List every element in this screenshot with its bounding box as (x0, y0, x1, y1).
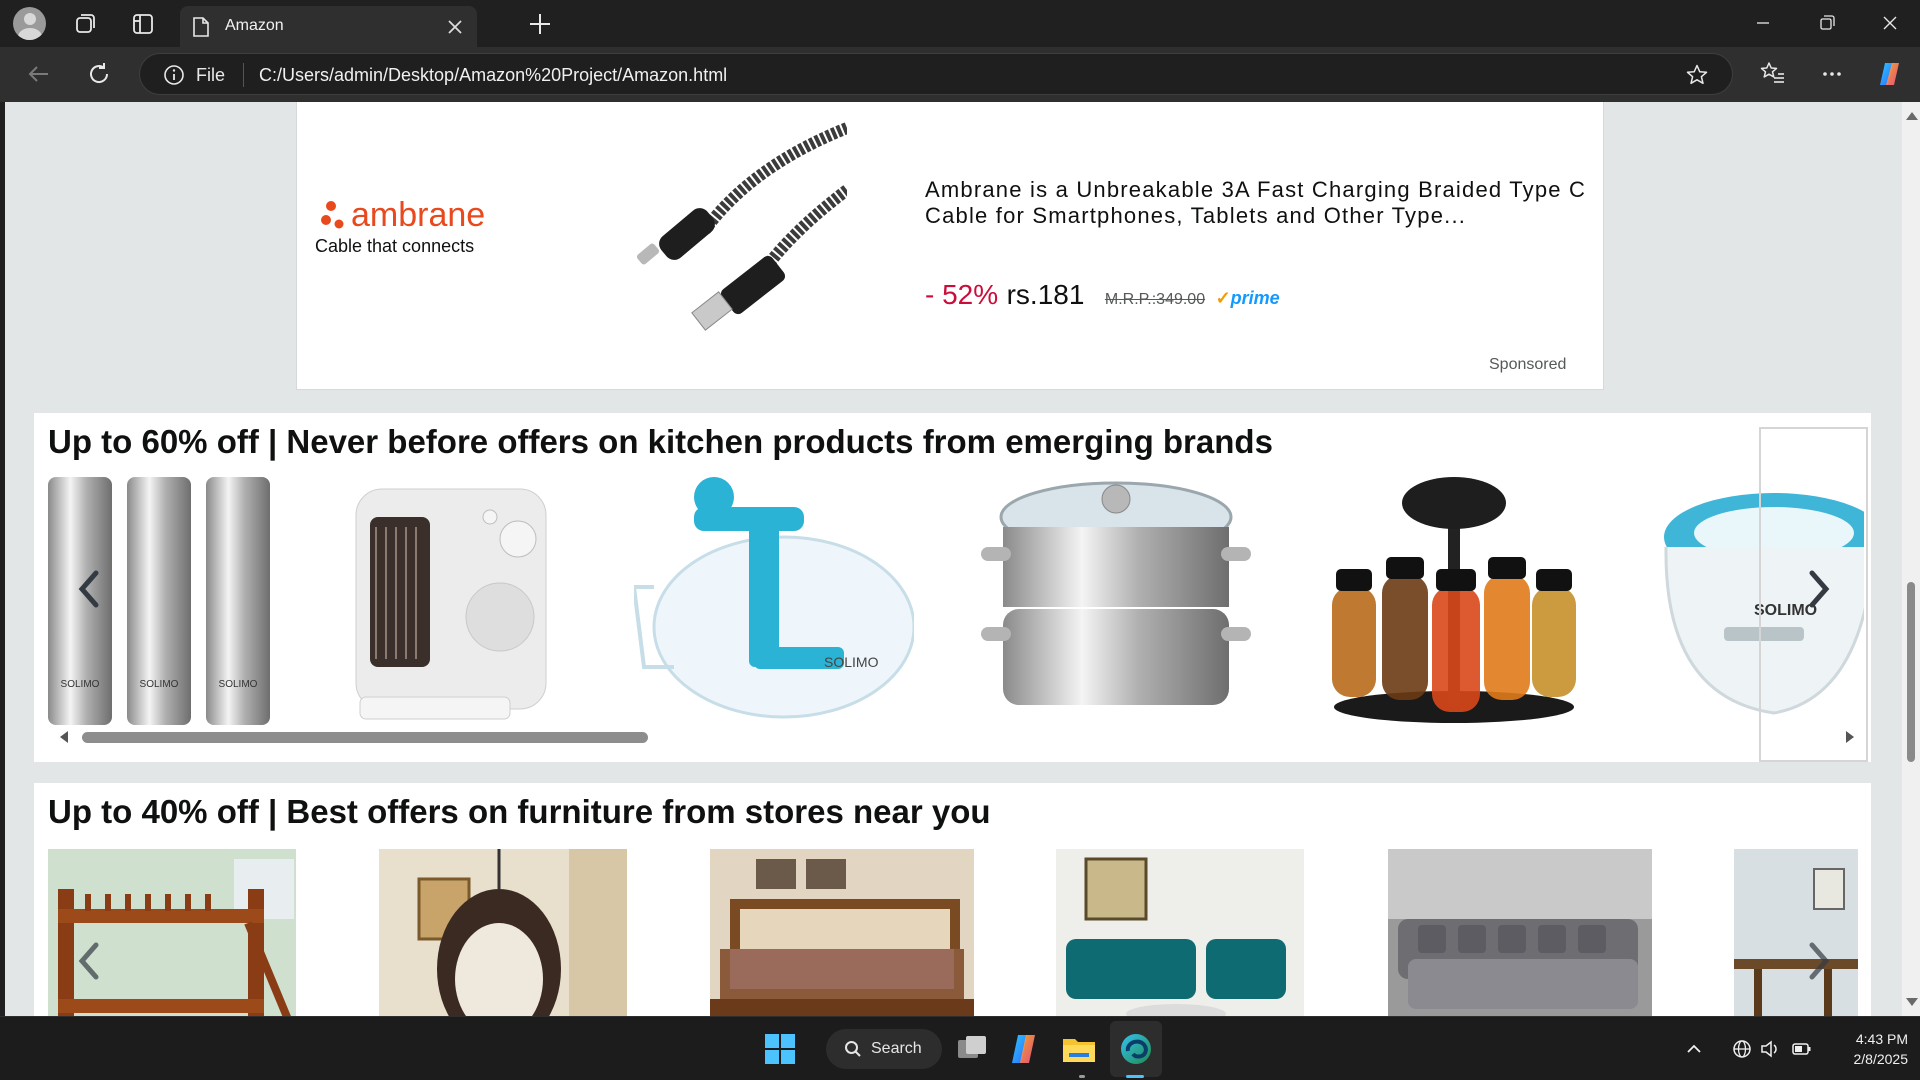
product-hanging-swing-chair[interactable] (379, 849, 627, 1016)
product-grey-sectional-sofa[interactable] (1388, 849, 1652, 1016)
task-view-icon[interactable] (954, 1031, 990, 1067)
sponsored-label: Sponsored (1489, 356, 1567, 373)
ambrane-logo: ambrane (321, 196, 485, 234)
close-icon[interactable] (443, 15, 467, 39)
workspaces-icon[interactable] (71, 10, 99, 38)
brand-tagline: Cable that connects (315, 236, 475, 256)
battery-icon[interactable] (1792, 1039, 1812, 1059)
taskbar-clock[interactable]: 4:43 PM 2/8/2025 (1824, 1029, 1909, 1069)
browser-toolbar: File C:/Users/admin/Desktop/Amazon%20Pro… (0, 47, 1920, 102)
page-scroll-thumb[interactable] (1907, 582, 1915, 762)
windows-start-icon[interactable] (762, 1031, 798, 1067)
file-explorer-icon[interactable] (1061, 1031, 1097, 1067)
carousel-next-chevron-icon[interactable] (1804, 569, 1834, 609)
svg-text:SOLIMO: SOLIMO (824, 654, 879, 670)
profile-icon[interactable] (13, 7, 46, 40)
product-teal-sofa-set[interactable] (1056, 849, 1304, 1016)
language-icon[interactable] (1732, 1039, 1752, 1059)
restore-icon[interactable] (1804, 8, 1850, 38)
ad-price: rs.181 (1006, 279, 1085, 310)
more-icon[interactable] (1818, 60, 1846, 88)
product-dining-set[interactable] (1734, 849, 1858, 1016)
ad-price-row: - 52% rs.181 M.R.P.:349.00 ✓prime (925, 279, 1280, 311)
product-bunk-bed[interactable] (48, 849, 296, 1016)
prime-check-icon: ✓ (1215, 288, 1231, 308)
address-divider (243, 63, 244, 87)
product-steamer-pot[interactable] (981, 477, 1251, 727)
kitchen-offers-card: Up to 60% off | Never before offers on k… (34, 413, 1871, 762)
sponsored-ad-card[interactable]: ambrane Cable that connects Ambrane is a… (296, 102, 1604, 390)
favorites-icon[interactable] (1759, 60, 1787, 88)
tab-title: Amazon (225, 17, 284, 34)
svg-text:SOLIMO: SOLIMO (61, 679, 100, 690)
address-scheme-label: File (196, 65, 226, 85)
scroll-up-arrow-icon[interactable] (1906, 112, 1918, 120)
clock-time: 4:43 PM (1855, 1031, 1908, 1047)
taskbar-search-button[interactable]: Search (826, 1029, 942, 1069)
new-tab-icon[interactable] (526, 10, 554, 38)
active-tab[interactable]: Amazon (180, 6, 477, 47)
edge-running-indicator (1126, 1075, 1144, 1078)
scroll-right-arrow-icon[interactable] (1846, 731, 1854, 743)
copilot-app-icon[interactable] (1006, 1031, 1042, 1067)
favorite-star-icon[interactable] (1685, 63, 1709, 87)
chevron-up-icon[interactable] (1684, 1039, 1704, 1059)
window-close-icon[interactable] (1867, 8, 1913, 38)
copilot-icon[interactable] (1876, 60, 1904, 88)
svg-text:SOLIMO: SOLIMO (219, 679, 258, 690)
back-icon[interactable] (24, 59, 54, 89)
minimize-icon[interactable] (1740, 8, 1786, 38)
scroll-left-arrow-icon[interactable] (60, 731, 68, 743)
windows-taskbar: Search 4:43 PM 2/8/2025 (0, 1016, 1920, 1080)
product-dough-maker[interactable]: SOLIMO (634, 477, 914, 727)
info-icon[interactable] (163, 64, 185, 86)
furniture-offers-card: Up to 40% off | Best offers on furniture… (34, 783, 1871, 1016)
ad-product-title[interactable]: Ambrane is a Unbreakable 3A Fast Chargin… (925, 177, 1595, 229)
prime-label: prime (1230, 288, 1280, 308)
furniture-row-title: Up to 40% off | Best offers on furniture… (48, 793, 991, 830)
volume-icon[interactable] (1760, 1039, 1780, 1059)
clock-date: 2/8/2025 (1853, 1051, 1909, 1067)
product-wooden-bed[interactable] (710, 849, 974, 1016)
search-icon (845, 1041, 861, 1057)
taskbar-search-label: Search (871, 1040, 922, 1057)
carousel-horizontal-scrollbar[interactable] (48, 726, 1868, 748)
refresh-icon[interactable] (84, 59, 114, 89)
svg-text:SOLIMO: SOLIMO (140, 679, 179, 690)
carousel-prev-chevron-icon[interactable] (74, 569, 104, 609)
usb-cable-image (636, 122, 847, 331)
file-explorer-running-indicator (1079, 1075, 1085, 1078)
furniture-prev-chevron-icon[interactable] (74, 941, 104, 981)
edge-icon[interactable] (1118, 1031, 1154, 1067)
ad-discount: - 52% (925, 279, 999, 310)
tab-actions-icon[interactable] (129, 10, 157, 38)
address-bar[interactable]: File C:/Users/admin/Desktop/Amazon%20Pro… (139, 53, 1733, 95)
page-icon (193, 17, 209, 37)
address-url[interactable]: C:/Users/admin/Desktop/Amazon%20Project/… (259, 65, 727, 86)
scroll-thumb[interactable] (82, 732, 648, 743)
kitchen-row-title: Up to 60% off | Never before offers on k… (48, 423, 1273, 460)
furniture-next-chevron-icon[interactable] (1804, 941, 1834, 981)
browser-tab-strip: Amazon (0, 0, 1920, 47)
ad-mrp: M.R.P.:349.00 (1104, 291, 1206, 308)
page-vertical-scrollbar[interactable] (1902, 102, 1920, 1016)
product-room-heater[interactable] (350, 477, 560, 727)
prime-badge: ✓prime (1216, 288, 1280, 309)
product-spice-rack[interactable] (1324, 477, 1584, 727)
svg-text:ambrane: ambrane (351, 196, 485, 234)
page-viewport: ambrane Cable that connects Ambrane is a… (5, 102, 1902, 1016)
scroll-down-arrow-icon[interactable] (1906, 998, 1918, 1006)
